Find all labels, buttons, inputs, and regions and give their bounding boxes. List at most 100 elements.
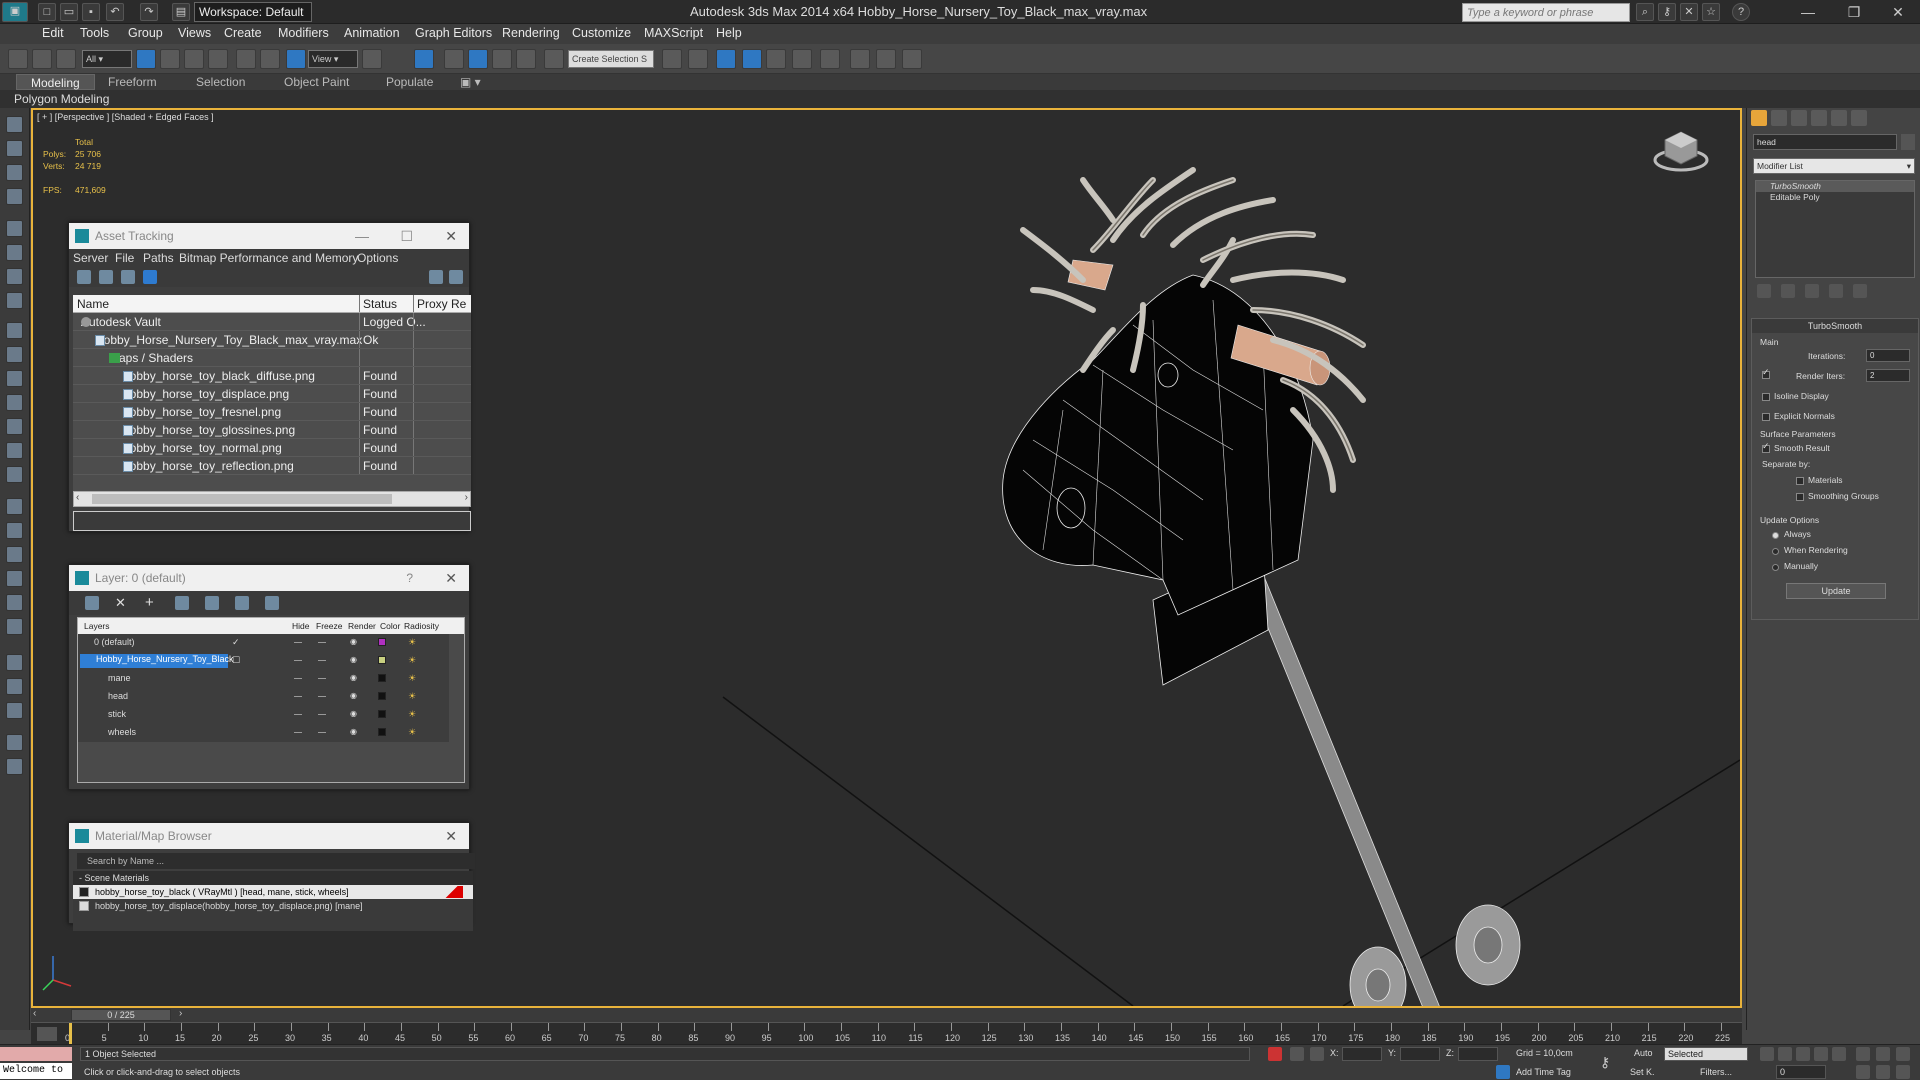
- material-search-input[interactable]: Search by Name ...: [77, 853, 475, 869]
- asset-row[interactable]: Autodesk Vault Logged O...: [73, 313, 471, 331]
- key-icon[interactable]: ⚷: [1658, 3, 1676, 21]
- hide-toggle[interactable]: [294, 732, 302, 733]
- radiosity-icon[interactable]: ☀: [408, 673, 416, 684]
- mirror-icon[interactable]: [662, 49, 682, 69]
- menu-graph-editors[interactable]: Graph Editors: [415, 26, 492, 40]
- bind-space-warp-icon[interactable]: [56, 49, 76, 69]
- freeze-toggle[interactable]: [318, 714, 326, 715]
- close-icon[interactable]: ✕: [1880, 2, 1916, 22]
- asset-row[interactable]: hobby_horse_toy_black_diffuse.png Found: [73, 367, 471, 385]
- refresh-icon[interactable]: [77, 270, 91, 284]
- tool-icon-21[interactable]: [6, 618, 23, 635]
- curve-editor-icon[interactable]: [766, 49, 786, 69]
- menu-server[interactable]: Server: [73, 251, 108, 265]
- time-slider[interactable]: ‹ 0 / 225 ›: [31, 1008, 1742, 1022]
- smoothing-groups-checkbox[interactable]: [1796, 493, 1804, 501]
- add-time-tag[interactable]: Add Time Tag: [1516, 1067, 1571, 1077]
- layer-name[interactable]: stick: [106, 709, 128, 719]
- render-teapot-icon[interactable]: ◉: [350, 727, 357, 736]
- play-icon[interactable]: [1796, 1047, 1810, 1061]
- go-to-end-icon[interactable]: [1832, 1047, 1846, 1061]
- maximize-icon[interactable]: ❐: [1836, 2, 1872, 22]
- menu-file[interactable]: File: [115, 251, 134, 265]
- asset-path-field[interactable]: [73, 511, 471, 531]
- layer-color-swatch[interactable]: [378, 692, 386, 700]
- hide-toggle[interactable]: [294, 678, 302, 679]
- freeze-toggle[interactable]: [318, 696, 326, 697]
- tool-icon-3[interactable]: [6, 164, 23, 181]
- tool-icon-10[interactable]: [6, 346, 23, 363]
- close-icon[interactable]: ✕: [445, 223, 457, 249]
- tool-icon-8[interactable]: [6, 292, 23, 309]
- column-hide[interactable]: Hide: [292, 621, 309, 631]
- material-browser-header[interactable]: Material/Map Browser ✕: [69, 823, 469, 849]
- motion-tab-icon[interactable]: [1811, 110, 1827, 126]
- tool-icon-2[interactable]: [6, 140, 23, 157]
- rendered-frame-window-icon[interactable]: [876, 49, 896, 69]
- asset-row[interactable]: hobby_horse_toy_displace.png Found: [73, 385, 471, 403]
- schematic-view-icon[interactable]: [792, 49, 812, 69]
- material-item[interactable]: hobby_horse_toy_black ( VRayMtl ) [head,…: [73, 885, 473, 899]
- rotate-icon[interactable]: [260, 49, 280, 69]
- tool-icon-1[interactable]: [6, 116, 23, 133]
- zoom-all-icon[interactable]: [1876, 1047, 1890, 1061]
- modifier-list-dropdown[interactable]: Modifier List ▾: [1753, 158, 1915, 174]
- zoom-extents-icon[interactable]: [1896, 1047, 1910, 1061]
- angle-snap-icon[interactable]: [468, 49, 488, 69]
- vault-settings-icon[interactable]: [449, 270, 463, 284]
- radiosity-icon[interactable]: ☀: [408, 709, 416, 720]
- next-frame-icon[interactable]: [1814, 1047, 1828, 1061]
- favorites-star-icon[interactable]: ☆: [1702, 3, 1720, 21]
- configure-modifier-sets-icon[interactable]: [1853, 284, 1867, 298]
- select-manipulate-icon[interactable]: [414, 49, 434, 69]
- layer-row[interactable]: stick ◉ ☀: [78, 706, 449, 724]
- menu-edit[interactable]: Edit: [42, 26, 64, 40]
- selection-lock-icon[interactable]: [1290, 1047, 1304, 1061]
- tool-icon-18[interactable]: [6, 546, 23, 563]
- track-bar[interactable]: 0 5 10 15 20 25 30 35 40 45 50 55 60 65 70 75 80 85 90 95 10…: [31, 1022, 1742, 1045]
- layer-row[interactable]: mane ◉ ☀: [78, 670, 449, 688]
- render-setup-icon[interactable]: [850, 49, 870, 69]
- tab-freeform[interactable]: Freeform: [108, 74, 157, 90]
- layer-row[interactable]: Hobby_Horse_Nursery_Toy_Black ☐ ◉ ☀: [78, 652, 449, 670]
- absolute-relative-toggle-icon[interactable]: [1310, 1047, 1324, 1061]
- tool-icon-26[interactable]: [6, 758, 23, 775]
- orbit-icon[interactable]: [1896, 1065, 1910, 1079]
- menu-paths[interactable]: Paths: [143, 251, 174, 265]
- menu-rendering[interactable]: Rendering: [502, 26, 560, 40]
- add-to-layer-icon[interactable]: +: [145, 595, 159, 610]
- asset-row[interactable]: Hobby_Horse_Nursery_Toy_Black_max_vray.m…: [73, 331, 471, 349]
- redo-icon[interactable]: ↷: [140, 3, 158, 21]
- iterations-spinner[interactable]: 0: [1866, 349, 1910, 362]
- y-coordinate-field[interactable]: [1400, 1047, 1440, 1061]
- layer-color-swatch[interactable]: [378, 728, 386, 736]
- delete-layer-icon[interactable]: ✕: [115, 596, 129, 610]
- percent-snap-icon[interactable]: [492, 49, 512, 69]
- scrollbar-thumb[interactable]: [92, 494, 392, 504]
- freeze-toggle[interactable]: [318, 642, 326, 643]
- z-coordinate-field[interactable]: [1458, 1047, 1498, 1061]
- object-name-field[interactable]: head: [1753, 134, 1897, 150]
- layer-row[interactable]: wheels ◉ ☀: [78, 724, 449, 742]
- zoom-icon[interactable]: [1856, 1047, 1870, 1061]
- tool-icon-5[interactable]: [6, 220, 23, 237]
- layer-row[interactable]: 0 (default) ✓ ◉ ☀: [78, 634, 449, 652]
- material-editor-icon[interactable]: [820, 49, 840, 69]
- render-teapot-icon[interactable]: ◉: [350, 673, 357, 682]
- menu-tools[interactable]: Tools: [80, 26, 109, 40]
- set-key-icon[interactable]: ⚷: [1600, 1055, 1614, 1069]
- column-name[interactable]: Name: [77, 297, 109, 311]
- hide-toggle[interactable]: [294, 660, 302, 661]
- tool-icon-15[interactable]: [6, 466, 23, 483]
- create-layer-icon[interactable]: [85, 596, 99, 610]
- tool-icon-19[interactable]: [6, 570, 23, 587]
- undo-icon[interactable]: ↶: [106, 3, 124, 21]
- pan-icon[interactable]: [1876, 1065, 1890, 1079]
- display-tab-icon[interactable]: [1831, 110, 1847, 126]
- key-filter-dropdown[interactable]: Selected: [1664, 1047, 1748, 1061]
- render-teapot-icon[interactable]: ◉: [350, 709, 357, 718]
- unlink-icon[interactable]: [32, 49, 52, 69]
- spinner-snap-icon[interactable]: [516, 49, 536, 69]
- radiosity-icon[interactable]: ☀: [408, 691, 416, 702]
- reference-coordinate-dropdown[interactable]: View ▾: [308, 50, 358, 68]
